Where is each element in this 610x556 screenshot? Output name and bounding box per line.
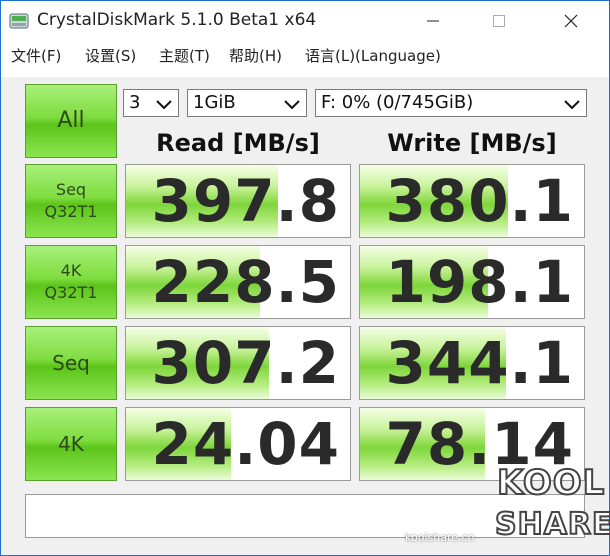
close-icon: [564, 14, 578, 28]
title-bar[interactable]: CrystalDiskMark 5.1.0 Beta1 x64: [1, 1, 609, 41]
menu-bar: 文件(F) 设置(S) 主题(T) 帮助(H) 语言(L)(Language): [1, 43, 609, 69]
seq-q32t1-button[interactable]: Seq Q32T1: [25, 164, 117, 238]
read-column-header: Read [MB/s]: [156, 129, 320, 157]
write-value: 198.1: [385, 248, 574, 316]
read-result-4k: 24.04: [125, 407, 351, 481]
minimize-button[interactable]: [409, 1, 457, 41]
row-label-line1: Seq: [55, 180, 87, 199]
all-button[interactable]: All: [25, 84, 117, 158]
watermark-brand-top: KOOL: [496, 462, 606, 504]
4k-button[interactable]: 4K: [25, 407, 117, 481]
read-result-seq-q32t1: 397.8: [125, 164, 351, 238]
seq-button[interactable]: Seq: [25, 326, 117, 400]
write-result-4k-q32t1: 198.1: [359, 245, 585, 319]
read-value: 307.2: [151, 329, 340, 397]
count-value: 3: [129, 92, 141, 113]
maximize-button[interactable]: [475, 1, 523, 41]
read-result-seq: 307.2: [125, 326, 351, 400]
drive-value: F: 0% (0/745GiB): [321, 92, 474, 113]
window-title: CrystalDiskMark 5.1.0 Beta1 x64: [37, 10, 317, 30]
write-value: 344.1: [385, 329, 574, 397]
row-label-line1: 4K: [60, 261, 82, 280]
all-button-label: All: [57, 108, 85, 133]
minimize-icon: [427, 20, 439, 22]
drive-select[interactable]: F: 0% (0/745GiB): [315, 89, 587, 117]
write-value: 380.1: [385, 167, 574, 235]
menu-file[interactable]: 文件(F): [11, 45, 61, 66]
row-label-line1: 4K: [58, 432, 84, 456]
menu-language[interactable]: 语言(L)(Language): [305, 45, 441, 66]
count-select[interactable]: 3: [123, 89, 179, 117]
chevron-down-icon: [156, 100, 172, 110]
write-column-header: Write [MB/s]: [387, 129, 557, 157]
size-value: 1GiB: [193, 92, 236, 113]
menu-settings[interactable]: 设置(S): [85, 45, 136, 66]
read-value: 228.5: [151, 248, 340, 316]
chevron-down-icon: [564, 100, 580, 110]
close-button[interactable]: [547, 1, 595, 41]
write-result-seq-q32t1: 380.1: [359, 164, 585, 238]
row-label-line2: Q32T1: [44, 283, 98, 302]
chevron-down-icon: [284, 100, 300, 110]
koolshare-watermark: KOOL koolshare.cn SHARE: [405, 462, 610, 551]
maximize-icon: [493, 15, 505, 27]
watermark-site: koolshare.cn: [405, 531, 475, 544]
row-label-line2: Q32T1: [44, 202, 98, 221]
read-value: 24.04: [151, 410, 340, 478]
read-result-4k-q32t1: 228.5: [125, 245, 351, 319]
write-result-seq: 344.1: [359, 326, 585, 400]
menu-help[interactable]: 帮助(H): [229, 45, 282, 66]
disk-icon: [9, 13, 29, 29]
menu-theme[interactable]: 主题(T): [159, 45, 210, 66]
4k-q32t1-button[interactable]: 4K Q32T1: [25, 245, 117, 319]
watermark-brand-bottom: SHARE: [494, 506, 610, 543]
size-select[interactable]: 1GiB: [187, 89, 307, 117]
read-value: 397.8: [151, 167, 340, 235]
row-label-line1: Seq: [52, 351, 90, 375]
app-window: CrystalDiskMark 5.1.0 Beta1 x64 文件(F) 设置…: [0, 0, 610, 556]
